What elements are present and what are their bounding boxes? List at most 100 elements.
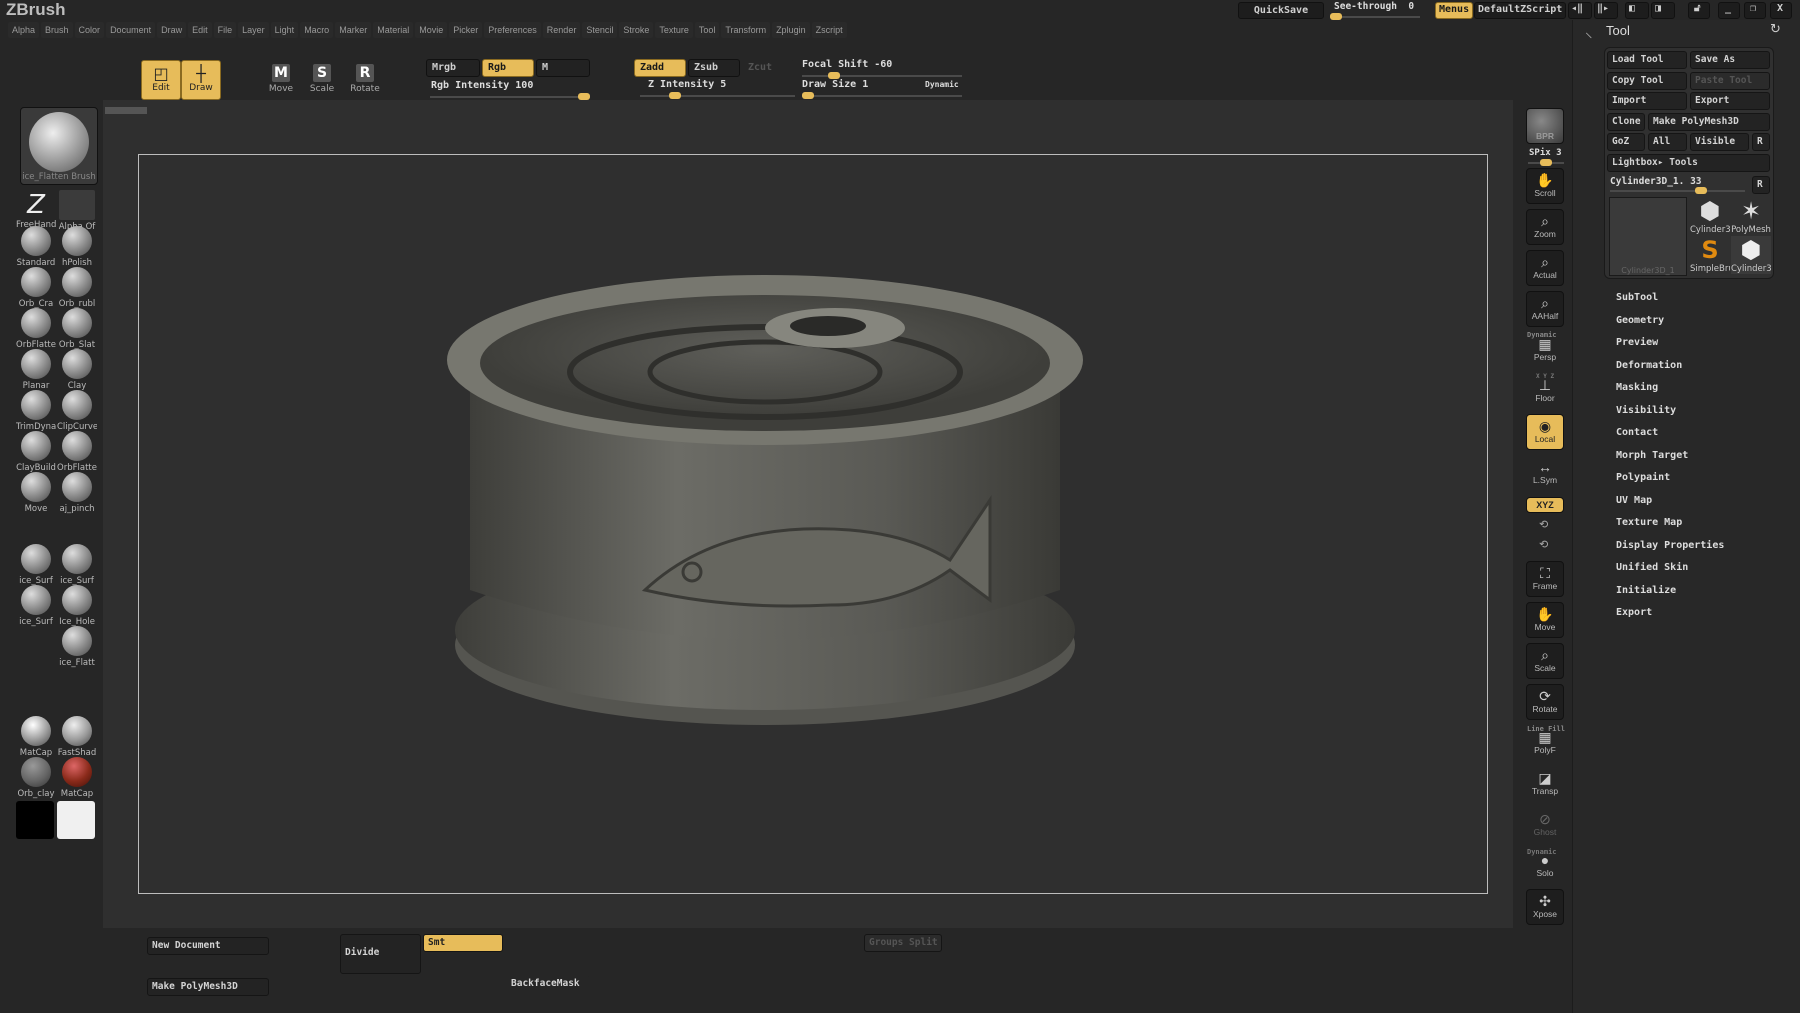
zsub-button[interactable]: Zsub <box>688 59 740 77</box>
menu-tool[interactable]: Tool <box>694 22 720 38</box>
menu-layer[interactable]: Layer <box>238 22 269 38</box>
subpalette-subtool[interactable]: SubTool <box>1616 292 1658 303</box>
brush-button[interactable]: Planar <box>16 349 56 391</box>
subpalette-display-properties[interactable]: Display Properties <box>1616 540 1724 551</box>
brush-button[interactable]: Clay <box>57 349 97 391</box>
bpr-button[interactable]: BPR <box>1526 108 1564 144</box>
rotate-button[interactable]: ⟳ Rotate <box>1526 684 1564 720</box>
close-icon[interactable]: X <box>1770 2 1792 19</box>
menu-stencil[interactable]: Stencil <box>582 22 618 38</box>
draw-button[interactable]: ┼ Draw <box>181 60 221 100</box>
subpalette-initialize[interactable]: Initialize <box>1616 585 1676 596</box>
stroke-button[interactable]: Z FreeHand <box>16 190 56 230</box>
material-button[interactable]: MatCap <box>57 757 97 799</box>
tool-thumb-cylinder[interactable]: ⬢ Cylinder3 <box>1690 197 1730 235</box>
import-button[interactable]: Import <box>1607 92 1687 110</box>
menu-movie[interactable]: Movie <box>415 22 448 38</box>
rotate-z-icon[interactable]: ⟲ <box>1539 538 1548 551</box>
tool-thumb-cylinder-2[interactable]: ⬢ Cylinder3 <box>1731 236 1771 274</box>
dynamic-toggle[interactable]: Dynamic <box>925 80 959 89</box>
brush-button[interactable]: ClipCurve <box>57 390 97 432</box>
rgb-button[interactable]: Rgb <box>482 59 534 77</box>
subpalette-polypaint[interactable]: Polypaint <box>1616 472 1670 483</box>
subpalette-texture-map[interactable]: Texture Map <box>1616 517 1682 528</box>
menu-transform[interactable]: Transform <box>721 22 771 38</box>
divide-button[interactable]: Divide <box>340 934 421 974</box>
floor-axes-label[interactable]: X Y Z <box>1536 373 1554 380</box>
material-button[interactable]: MatCap <box>16 716 56 758</box>
menu-zscript[interactable]: Zscript <box>811 22 847 38</box>
menu-material[interactable]: Material <box>373 22 414 38</box>
brush-button[interactable]: aj_pinch <box>57 472 97 514</box>
scale-button[interactable]: S Scale <box>302 64 342 94</box>
menu-draw[interactable]: Draw <box>157 22 187 38</box>
menu-picker[interactable]: Picker <box>449 22 483 38</box>
groups-split-button[interactable]: Groups Split <box>864 934 942 952</box>
custom-brush-button[interactable]: Ice_Hole <box>57 585 97 627</box>
menu-zplugin[interactable]: Zplugin <box>772 22 810 38</box>
custom-brush-button[interactable]: ice_Surf <box>57 544 97 586</box>
tool-thumb-simplebrush[interactable]: S SimpleBru <box>1690 236 1730 274</box>
subpalette-morph-target[interactable]: Morph Target <box>1616 450 1688 461</box>
minimize-icon[interactable]: _ <box>1718 2 1740 19</box>
load-tool-button[interactable]: Load Tool <box>1607 51 1687 69</box>
mrgb-button[interactable]: Mrgb <box>426 59 480 77</box>
backface-mask-toggle[interactable]: BackfaceMask <box>506 975 590 993</box>
current-brush-button[interactable]: ice_Flatten Brush <box>20 107 98 185</box>
subpalette-preview[interactable]: Preview <box>1616 337 1658 348</box>
secondary-color-swatch[interactable] <box>57 801 95 839</box>
custom-brush-button[interactable]: ice_Surf <box>16 544 56 586</box>
brush-button[interactable]: Standard <box>16 226 56 268</box>
menu-stroke[interactable]: Stroke <box>619 22 654 38</box>
all-button[interactable]: All <box>1648 133 1687 151</box>
copy-tool-button[interactable]: Copy Tool <box>1607 72 1687 90</box>
rotate-y-icon[interactable]: ⟲ <box>1539 518 1548 531</box>
menu-brush[interactable]: Brush <box>41 22 73 38</box>
goz-button[interactable]: GoZ <box>1607 133 1645 151</box>
custom-brush-button[interactable]: ice_Surf <box>16 585 56 627</box>
subpalette-geometry[interactable]: Geometry <box>1616 315 1664 326</box>
local-button[interactable]: ◉ Local <box>1526 414 1564 450</box>
quicksave-button[interactable]: QuickSave <box>1238 2 1324 19</box>
rgb-intensity-slider[interactable] <box>430 93 590 100</box>
layout-next-icon[interactable]: ◨ <box>1651 2 1675 19</box>
menu-light[interactable]: Light <box>270 22 299 38</box>
draw-size-slider[interactable] <box>802 92 962 99</box>
model-tuna-can[interactable] <box>430 260 1100 750</box>
subpalette-contact[interactable]: Contact <box>1616 427 1658 438</box>
frame-button[interactable]: ⛶ Frame <box>1526 561 1564 597</box>
brush-button[interactable]: hPolish <box>57 226 97 268</box>
menu-render[interactable]: Render <box>542 22 581 38</box>
brush-button[interactable]: OrbFlatte <box>16 308 56 350</box>
subpalette-unified-skin[interactable]: Unified Skin <box>1616 562 1688 573</box>
new-document-button[interactable]: New Document <box>147 937 269 955</box>
tool-slider[interactable] <box>1610 187 1745 194</box>
menus-button[interactable]: Menus <box>1435 2 1474 19</box>
menu-edit[interactable]: Edit <box>188 22 212 38</box>
primary-color-swatch[interactable] <box>16 801 54 839</box>
menu-preferences[interactable]: Preferences <box>484 22 541 38</box>
menu-document[interactable]: Document <box>106 22 156 38</box>
spix-slider[interactable] <box>1528 159 1564 166</box>
menu-macro[interactable]: Macro <box>300 22 334 38</box>
brush-button[interactable]: TrimDyna <box>16 390 56 432</box>
ghost-button[interactable]: ⊘ Ghost <box>1526 807 1564 843</box>
material-button[interactable]: FastShad <box>57 716 97 758</box>
brush-button[interactable]: Orb_Cra <box>16 267 56 309</box>
lightbox-tools-button[interactable]: Lightbox▸ Tools <box>1607 154 1770 172</box>
refresh-icon[interactable]: ↻ <box>1770 22 1781 37</box>
clone-button[interactable]: Clone <box>1607 113 1645 131</box>
scroll-button[interactable]: ✋ Scroll <box>1526 168 1564 204</box>
visible-button[interactable]: Visible <box>1690 133 1749 151</box>
tool-thumb-current[interactable]: Cylinder3D_1 <box>1609 197 1687 276</box>
subpalette-uv-map[interactable]: UV Map <box>1616 495 1652 506</box>
zadd-button[interactable]: Zadd <box>634 59 686 77</box>
brush-button[interactable]: Orb_rubl <box>57 267 97 309</box>
brush-button[interactable]: OrbFlatte <box>57 431 97 473</box>
brush-button[interactable]: Orb_Slat <box>57 308 97 350</box>
canvas-scroll-handle[interactable] <box>105 107 147 114</box>
menu-color[interactable]: Color <box>74 22 105 38</box>
layout-prev-icon[interactable]: ◧ <box>1625 2 1649 19</box>
z-intensity-slider[interactable] <box>640 92 795 99</box>
zcut-button[interactable]: Zcut <box>742 59 794 77</box>
